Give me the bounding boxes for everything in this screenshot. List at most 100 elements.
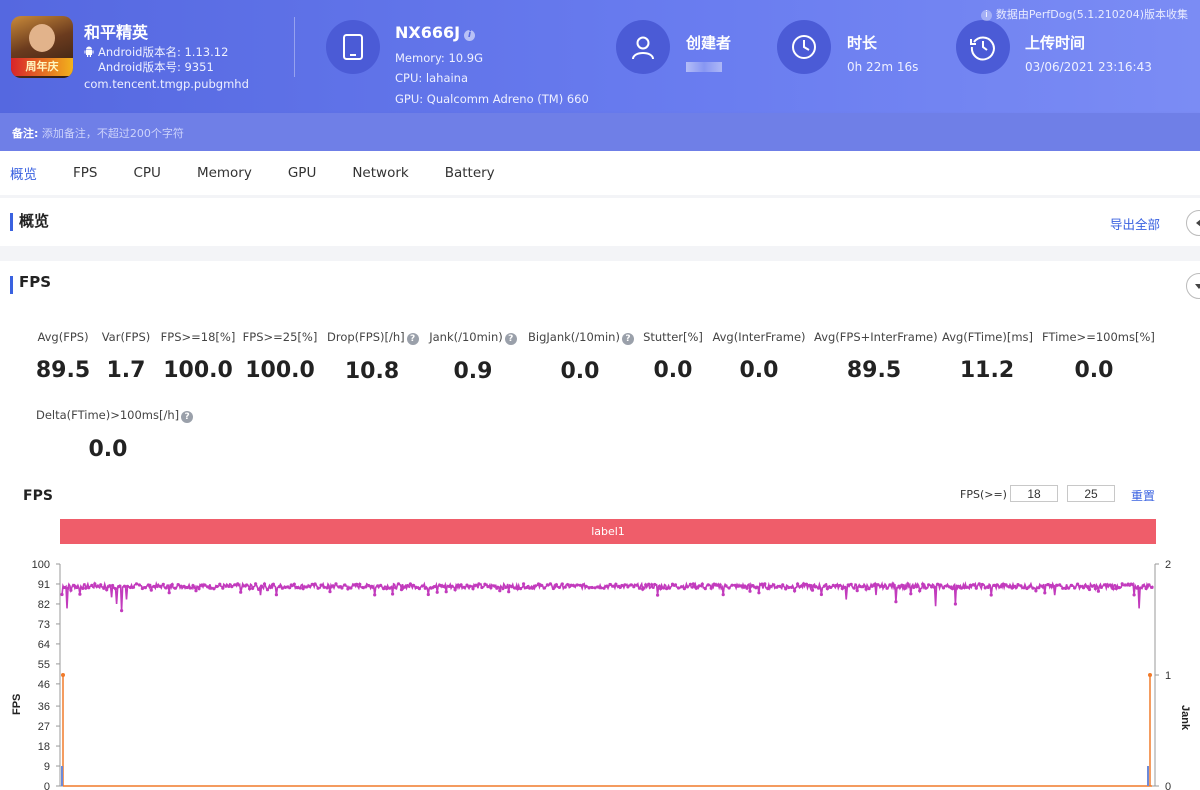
y-tick-label: 100 <box>32 559 50 571</box>
fps-point <box>769 584 773 588</box>
info-icon[interactable]: i <box>464 30 476 41</box>
fps-point <box>870 584 874 588</box>
collapse-down-button[interactable] <box>1186 273 1200 299</box>
fps-point <box>876 583 880 587</box>
export-all-link[interactable]: 导出全部 <box>1110 214 1160 233</box>
creator-label: 创建者 <box>686 34 732 52</box>
fps-point <box>522 582 526 586</box>
y-tick-label: 0 <box>44 781 50 790</box>
fps-point <box>662 586 666 590</box>
fps-point <box>87 586 91 590</box>
help-icon[interactable]: ? <box>621 333 634 345</box>
fps-point <box>528 586 532 590</box>
label-band[interactable]: label1 <box>60 519 1156 544</box>
fps-point <box>358 582 362 586</box>
caret-left-icon <box>1196 219 1200 227</box>
fps-point <box>161 582 165 586</box>
fps-point <box>751 584 755 588</box>
fps-point <box>796 582 800 586</box>
fps-point <box>173 586 177 590</box>
remark-input[interactable]: 添加备注，不超过200个字符 <box>42 127 184 140</box>
metric-jank: Jank(/10min)? 0.9 <box>428 330 518 384</box>
fps-point <box>152 584 156 589</box>
help-icon[interactable]: ? <box>181 411 194 423</box>
fps-point <box>614 582 618 586</box>
fps-chart[interactable]: 0 9 18 27 36 46 55 64 73 82 91 100 0 1 2 FPS Jank <box>0 552 1200 790</box>
fps-point <box>944 584 949 588</box>
fps-point <box>1019 584 1023 588</box>
threshold-input-18[interactable] <box>1010 485 1058 502</box>
fps-point <box>221 586 225 590</box>
fps-point <box>757 591 761 595</box>
fps-point <box>1123 583 1127 587</box>
y-tick-label: 46 <box>38 679 50 691</box>
fps-point <box>915 585 919 589</box>
fps-point <box>1135 586 1139 590</box>
fps-point <box>280 586 284 590</box>
fps-point <box>715 583 719 587</box>
tab-gpu[interactable]: GPU <box>288 165 316 181</box>
fps-point <box>277 585 281 589</box>
fps-point <box>706 583 710 587</box>
fps-point <box>224 584 228 588</box>
fps-point <box>763 582 767 586</box>
upload-time-value: 03/06/2021 23:16:43 <box>1025 60 1152 74</box>
fps-point <box>1004 583 1008 587</box>
reset-link[interactable]: 重置 <box>1131 487 1155 504</box>
fps-point <box>656 593 660 597</box>
tab-fps[interactable]: FPS <box>73 165 97 181</box>
fps-point <box>748 589 752 593</box>
help-icon[interactable]: ? <box>406 333 419 345</box>
fps-point <box>611 584 615 588</box>
fps-point <box>548 582 553 586</box>
fps-point <box>120 609 124 613</box>
device-gpu: GPU: Qualcomm Adreno (TM) 660 <box>395 92 589 106</box>
fps-point <box>1087 587 1092 592</box>
help-icon[interactable]: ? <box>504 333 517 345</box>
creator-value-blurred <box>686 62 722 72</box>
y-tick-label: 27 <box>38 721 50 733</box>
fps-point <box>239 590 243 594</box>
tab-overview[interactable]: 概览 <box>10 163 37 183</box>
fps-panel: Avg(FPS) 89.5 Var(FPS) 1.7 FPS>=18[%] 100.0… <box>0 308 1200 790</box>
remark-bar[interactable]: 备注: 添加备注，不超过200个字符 <box>0 113 1200 151</box>
fps-point <box>596 585 600 589</box>
fps-point <box>510 585 514 589</box>
fps-point <box>66 586 70 590</box>
fps-point <box>158 584 162 588</box>
fps-point <box>810 588 815 592</box>
fps-point <box>557 585 562 589</box>
fps-point <box>766 587 770 591</box>
fps-point <box>286 585 290 589</box>
tab-network[interactable]: Network <box>352 165 408 181</box>
fps-point <box>888 583 892 587</box>
fps-point <box>331 584 335 588</box>
fps-point <box>1117 586 1121 590</box>
threshold-input-25[interactable] <box>1067 485 1115 502</box>
jank-point <box>1148 673 1152 677</box>
fps-point <box>1058 583 1062 587</box>
y2-tick-label: 0 <box>1165 781 1171 790</box>
fps-point <box>930 585 934 589</box>
fps-point <box>679 585 684 589</box>
fps-point <box>340 586 344 590</box>
fps-point <box>271 582 275 586</box>
tab-battery[interactable]: Battery <box>445 165 495 181</box>
android-version-code: Android版本号: 9351 <box>98 60 214 74</box>
collapse-left-button[interactable] <box>1186 210 1200 236</box>
fps-point <box>78 592 82 596</box>
fps-point <box>438 583 442 587</box>
fps-point <box>804 582 809 586</box>
fps-point <box>355 582 359 586</box>
fps-point <box>602 586 606 590</box>
fps-point <box>408 582 412 586</box>
tab-cpu[interactable]: CPU <box>133 165 160 181</box>
fps-point <box>813 585 818 589</box>
fps-point <box>471 587 475 591</box>
fps-point <box>873 582 877 586</box>
fps-point <box>1037 586 1041 590</box>
tab-memory[interactable]: Memory <box>197 165 252 181</box>
fps-point <box>289 583 293 587</box>
fps-point <box>539 583 544 587</box>
fps-point <box>81 586 85 590</box>
